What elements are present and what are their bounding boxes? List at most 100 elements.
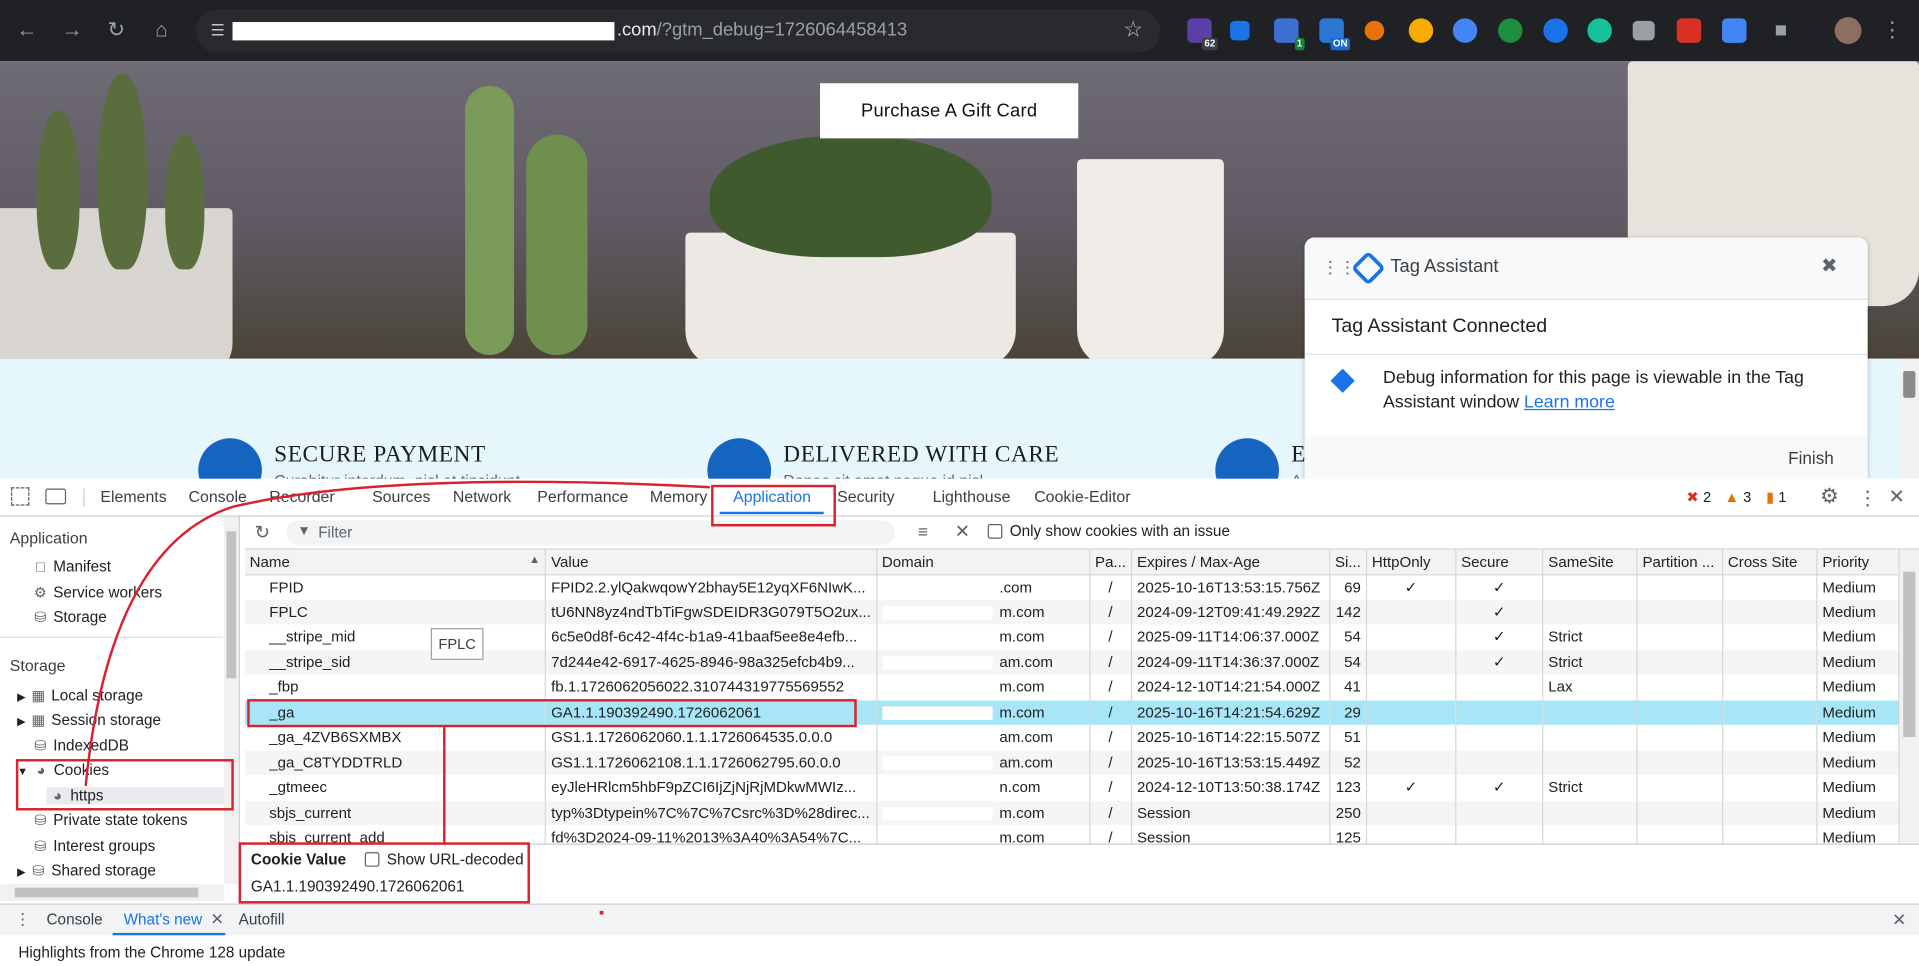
cell-size: 54: [1329, 649, 1368, 675]
translate-icon[interactable]: [1722, 18, 1747, 43]
cell-partition: [1636, 624, 1724, 650]
extension-7-icon[interactable]: [1452, 18, 1478, 43]
warning-count[interactable]: ▲ 3: [1724, 488, 1751, 505]
column-size[interactable]: Si...: [1329, 549, 1368, 575]
address-bar[interactable]: ☰ .com/?gtm_debug=1726064458413 ☆: [195, 9, 1161, 53]
extension-1-icon[interactable]: 62: [1187, 18, 1218, 51]
sidebar-item-private-state-tokens[interactable]: ⛁ Private state tokens: [32, 812, 187, 829]
chrome-menu-icon[interactable]: ⋮: [1879, 17, 1906, 44]
extension-6-icon[interactable]: [1408, 18, 1434, 43]
tab-lighthouse[interactable]: Lighthouse: [933, 479, 1011, 516]
only-issues-checkbox[interactable]: [987, 524, 1003, 539]
back-icon[interactable]: ←: [13, 17, 40, 44]
extensions-puzzle-icon[interactable]: ■: [1767, 17, 1794, 44]
collapse-icon[interactable]: ✖: [1821, 253, 1837, 277]
camera-icon[interactable]: [1632, 20, 1655, 41]
drawer-tab-console[interactable]: Console: [47, 911, 103, 928]
cell-httponly-text: ✓: [1404, 578, 1418, 596]
sidebar-label: Shared storage: [51, 861, 156, 880]
close-drawer-icon[interactable]: ✕: [1892, 910, 1906, 931]
cell-cross-site: [1722, 724, 1818, 750]
sidebar-item-shared-storage[interactable]: ▶ ⛁ Shared storage: [17, 862, 156, 879]
table-scrollbar[interactable]: [1899, 549, 1919, 844]
extension-11-icon[interactable]: [1676, 18, 1702, 43]
column-httponly[interactable]: HttpOnly: [1366, 549, 1457, 575]
close-drawer-tab-icon[interactable]: ✕: [211, 910, 224, 930]
tab-cookie-editor[interactable]: Cookie-Editor: [1034, 479, 1130, 516]
cell-expires: 2025-10-16T13:53:15.756Z: [1131, 574, 1331, 600]
column-cross-site[interactable]: Cross Site: [1722, 549, 1818, 575]
cell-cross-site: [1722, 649, 1818, 675]
extension-3-icon[interactable]: 1: [1274, 18, 1305, 51]
drawer-tab-autofill[interactable]: Autofill: [239, 911, 285, 928]
cell-samesite-text: Strict: [1548, 628, 1583, 646]
sidebar-hscrollbar[interactable]: [0, 883, 224, 902]
cell-domain: m.com: [876, 825, 1091, 844]
cell-domain-text: .com: [999, 578, 1033, 596]
tag-assistant-logo-icon: [1351, 250, 1386, 286]
devtools-drawer-tabs: ⋮ Console What's new ✕ Autofill ✕: [0, 903, 1919, 936]
learn-more-link[interactable]: Learn more: [1524, 393, 1615, 413]
column-partition[interactable]: Partition ...: [1636, 549, 1724, 575]
scrollbar-thumb[interactable]: [14, 887, 199, 898]
delete-selected-icon[interactable]: ✕: [955, 520, 970, 543]
issue-count[interactable]: ▮ 1: [1766, 488, 1786, 505]
cell-expires-text: 2025-10-16T13:53:15.449Z: [1137, 753, 1321, 772]
cell-path: /: [1089, 674, 1133, 700]
column-samesite[interactable]: SameSite: [1542, 549, 1638, 575]
cell-domain-text: m.com: [999, 603, 1045, 621]
close-devtools-icon[interactable]: ✕: [1888, 485, 1904, 509]
column-priority[interactable]: Priority: [1816, 549, 1900, 575]
profile-avatar[interactable]: [1834, 17, 1862, 45]
extension-4-icon[interactable]: ON: [1319, 18, 1350, 51]
purchase-gift-card-button[interactable]: Purchase A Gift Card: [820, 83, 1079, 139]
cell-partition: [1636, 599, 1724, 625]
settings-gear-icon[interactable]: ⚙: [1820, 485, 1839, 509]
sidebar-item-interest-groups[interactable]: ⛁ Interest groups: [32, 837, 155, 854]
cell-priority: Medium: [1816, 825, 1900, 844]
tag-assistant-panel: ⋮⋮ Tag Assistant ✖ Tag Assistant Connect…: [1304, 237, 1868, 479]
cell-partition: [1636, 749, 1724, 775]
cell-secure: ✓: [1455, 649, 1544, 675]
bookmark-star-icon[interactable]: ☆: [1123, 17, 1143, 43]
cell-path: /: [1089, 724, 1133, 750]
cell-size-text: 29: [1344, 703, 1361, 721]
scrollbar-thumb[interactable]: [1903, 571, 1916, 738]
extension-5-icon[interactable]: [1364, 20, 1385, 41]
page-scrollbar[interactable]: [1899, 358, 1919, 479]
site-info-icon[interactable]: ☰: [211, 21, 228, 39]
annotation-dot: [599, 910, 604, 915]
cell-samesite: [1542, 749, 1638, 775]
grammarly-icon[interactable]: [1587, 18, 1612, 43]
divider: [1304, 353, 1868, 356]
finish-button[interactable]: Finish: [1788, 448, 1834, 468]
cell-path-text: /: [1108, 804, 1113, 822]
drag-handle-icon[interactable]: ⋮⋮: [1322, 257, 1356, 278]
drawer-menu-icon[interactable]: ⋮: [15, 910, 31, 930]
cell-size: 51: [1329, 724, 1368, 750]
drawer-tab-whats-new[interactable]: What's new: [124, 911, 203, 928]
column-secure[interactable]: Secure: [1455, 549, 1544, 575]
column-path[interactable]: Pa...: [1089, 549, 1133, 575]
cell-secure-text: ✓: [1492, 778, 1506, 797]
tag-assistant-title: Tag Assistant: [1390, 255, 1499, 277]
extension-2-icon[interactable]: [1230, 20, 1250, 41]
column-domain[interactable]: Domain: [876, 549, 1091, 575]
reload-icon[interactable]: ↻: [103, 17, 130, 44]
cell-size-text: 52: [1344, 753, 1361, 772]
error-count[interactable]: ✖ 2: [1687, 488, 1712, 505]
column-expires[interactable]: Expires / Max-Age: [1131, 549, 1331, 575]
scrollbar-thumb[interactable]: [1903, 370, 1916, 398]
cell-samesite: Strict: [1542, 774, 1638, 801]
cell-partition: [1636, 825, 1724, 844]
extension-9-icon[interactable]: [1543, 18, 1568, 43]
cell-expires: 2025-10-16T13:53:15.449Z: [1131, 749, 1331, 775]
expand-arrow-icon[interactable]: ▶: [17, 866, 25, 878]
extension-8-icon[interactable]: [1498, 18, 1523, 43]
forward-icon[interactable]: →: [59, 17, 86, 44]
cell-value-text: fd%3D2024-09-11%2013%3A40%3A54%7C...: [551, 829, 862, 844]
table-row[interactable]: sbjs_current_add fd%3D2024-09-11%2013%3A4…: [244, 825, 1900, 844]
home-icon[interactable]: ⌂: [148, 17, 175, 44]
more-options-icon[interactable]: ⋮: [1858, 486, 1878, 510]
clear-filtered-icon[interactable]: ≡: [918, 522, 928, 542]
